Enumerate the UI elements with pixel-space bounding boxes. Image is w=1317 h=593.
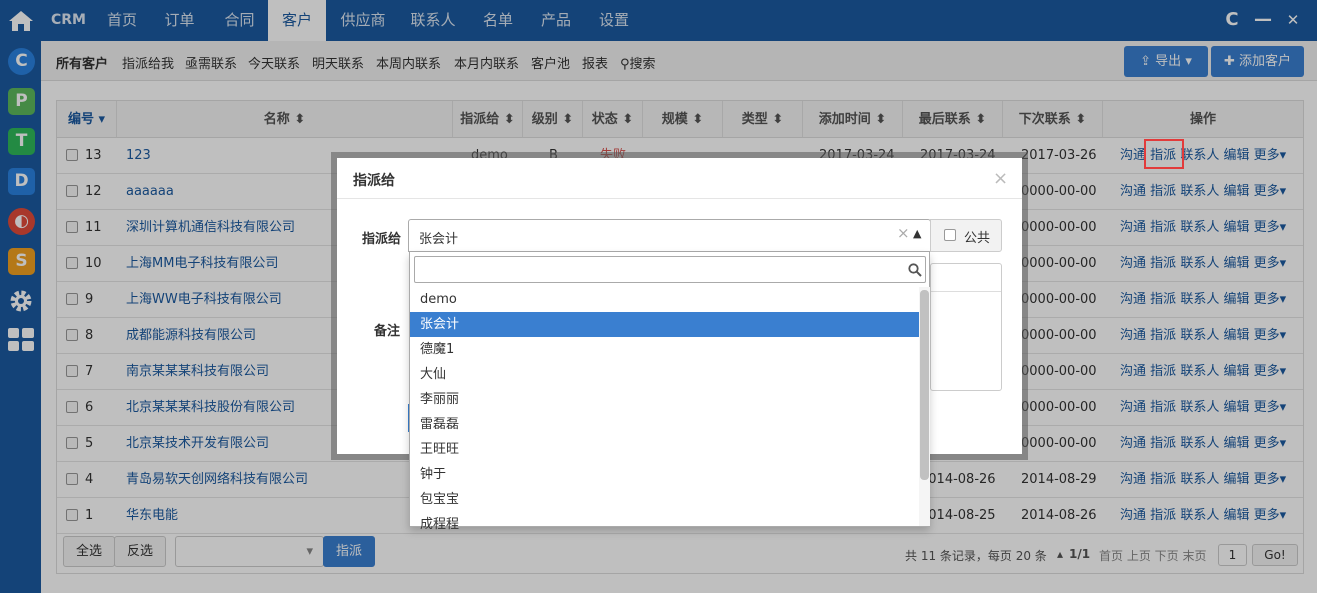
dropdown-option[interactable]: 张会计 [410, 312, 920, 337]
highlight-box [1144, 139, 1184, 169]
dropdown-option[interactable]: 包宝宝 [410, 487, 920, 512]
public-label: 公共 [964, 231, 991, 246]
dropdown-option[interactable]: demo [410, 287, 920, 312]
assignee-dropdown: demo 张会计 德魔1 大仙 李丽丽 雷磊磊 王旺旺 钟于 包宝宝 成程程 [409, 252, 930, 532]
assign-to-label: 指派给 [362, 232, 402, 247]
dropdown-option[interactable]: 大仙 [410, 362, 920, 387]
dropdown-option[interactable]: 德魔1 [410, 337, 920, 362]
dialog-close-icon[interactable]: × [993, 168, 1008, 189]
search-icon [908, 263, 922, 277]
caret-up-icon[interactable]: ▲ [913, 227, 921, 240]
dialog-title: 指派给 [353, 173, 395, 189]
dropdown-option[interactable]: 王旺旺 [410, 437, 920, 462]
dropdown-scrollbar-thumb[interactable] [920, 290, 929, 480]
note-label: 备注 [374, 324, 401, 339]
public-checkbox[interactable] [944, 229, 956, 241]
assignee-select[interactable]: 张会计 × ▲ [408, 219, 931, 252]
clear-selection-icon[interactable]: × [897, 224, 910, 242]
public-toggle[interactable]: 公共 [930, 219, 1002, 252]
dropdown-search-input[interactable] [414, 256, 926, 283]
note-textarea[interactable] [930, 263, 1002, 391]
dropdown-option[interactable]: 雷磊磊 [410, 412, 920, 437]
dropdown-option[interactable]: 钟于 [410, 462, 920, 487]
dropdown-option[interactable]: 李丽丽 [410, 387, 920, 412]
dropdown-option[interactable]: 成程程 [410, 512, 920, 537]
selected-assignee: 张会计 [419, 232, 459, 247]
dialog-divider [337, 198, 1022, 199]
